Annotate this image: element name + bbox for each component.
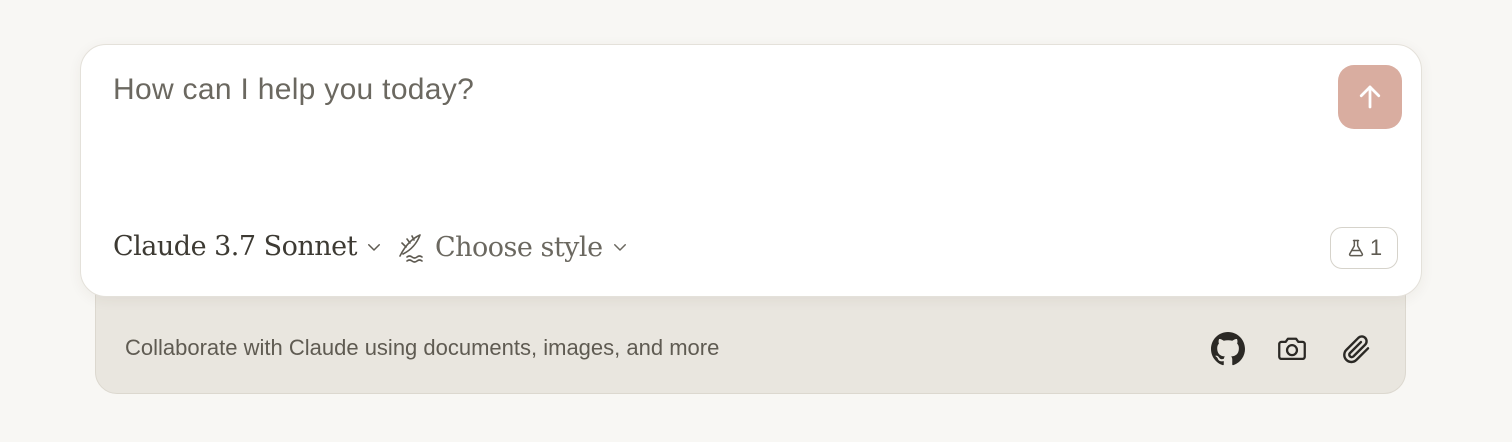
- chevron-down-icon: [365, 238, 383, 256]
- quill-icon: [395, 231, 427, 263]
- composer-card: How can I help you today? Claude 3.7 Son…: [80, 44, 1422, 297]
- flask-icon: [1348, 239, 1363, 257]
- chevron-down-icon: [611, 238, 629, 256]
- style-selector[interactable]: Choose style: [395, 231, 629, 263]
- style-label: Choose style: [435, 231, 603, 263]
- send-button[interactable]: [1338, 65, 1402, 129]
- arrow-up-icon: [1359, 85, 1381, 109]
- paperclip-icon: [1343, 335, 1370, 364]
- badge-count: 1: [1369, 235, 1383, 260]
- github-button[interactable]: [1210, 331, 1246, 367]
- tray-hint-text: Collaborate with Claude using documents,…: [125, 335, 720, 360]
- model-selector[interactable]: Claude 3.7 Sonnet: [113, 231, 383, 262]
- model-label: Claude 3.7 Sonnet: [113, 231, 358, 262]
- feature-flask-badge[interactable]: 1: [1330, 227, 1398, 269]
- camera-button[interactable]: [1274, 331, 1310, 367]
- github-icon: [1211, 332, 1245, 366]
- attach-file-button[interactable]: [1338, 331, 1374, 367]
- prompt-input[interactable]: How can I help you today?: [113, 73, 474, 107]
- camera-icon: [1278, 337, 1306, 361]
